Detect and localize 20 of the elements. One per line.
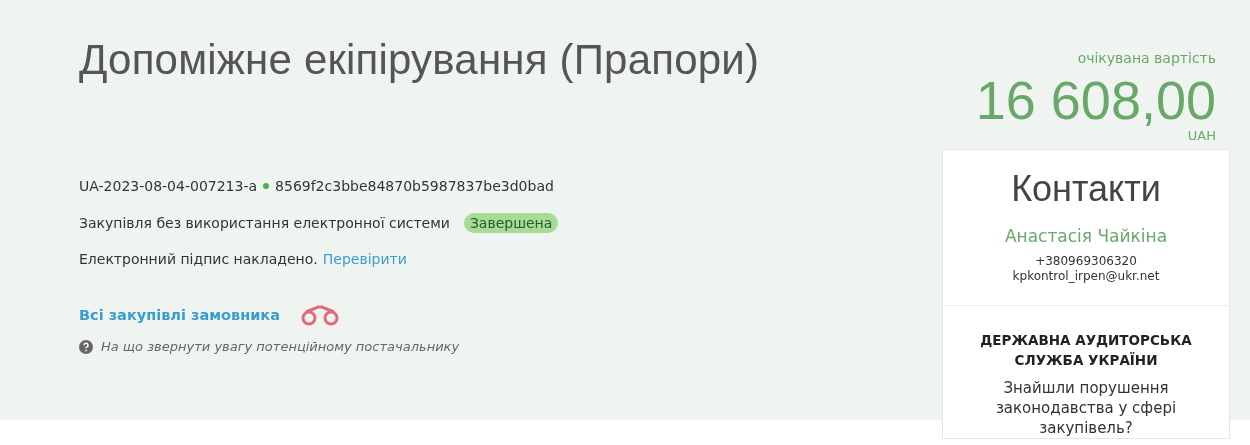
audit-service-text: Знайшли порушення законодавства у сфері закупівель? bbox=[994, 378, 1178, 438]
tender-id: UA-2023-08-04-007213-a bbox=[79, 178, 258, 194]
page-title: Допоміжне екіпірування (Прапори) bbox=[79, 36, 760, 84]
tender-hash: 8569f2c3bbe84870b5987837be3d0bad bbox=[275, 178, 554, 194]
question-icon bbox=[79, 339, 93, 354]
expected-value-label: очікувана вартість bbox=[1077, 50, 1216, 66]
contact-email: kpkontrol_irpen@ukr.net bbox=[1012, 269, 1160, 283]
contact-name: Анастасія Чайкіна bbox=[1004, 226, 1168, 246]
contacts-title: Контакти bbox=[1011, 168, 1161, 210]
currency: UAH bbox=[1187, 128, 1216, 143]
expected-value-amount: 16 608,00 bbox=[975, 72, 1216, 128]
audit-service-title: ДЕРЖАВНА АУДИТОРСЬКА СЛУЖБА УКРАЇНИ bbox=[979, 331, 1193, 370]
supplier-hint: На що звернути увагу потенційному постачальнику bbox=[101, 339, 460, 354]
status-badge: Завершена bbox=[463, 213, 559, 233]
contact-phone: +380969306320 bbox=[1035, 254, 1137, 268]
separator-dot bbox=[263, 183, 270, 189]
customer-tenders-link[interactable]: Всі закупівлі замовника bbox=[79, 307, 280, 323]
signature-text: Електронний підпис накладено. bbox=[79, 251, 318, 267]
verify-link[interactable]: Перевірити bbox=[322, 251, 407, 267]
procedure-type: Закупівля без використання електронної системи bbox=[79, 215, 450, 231]
